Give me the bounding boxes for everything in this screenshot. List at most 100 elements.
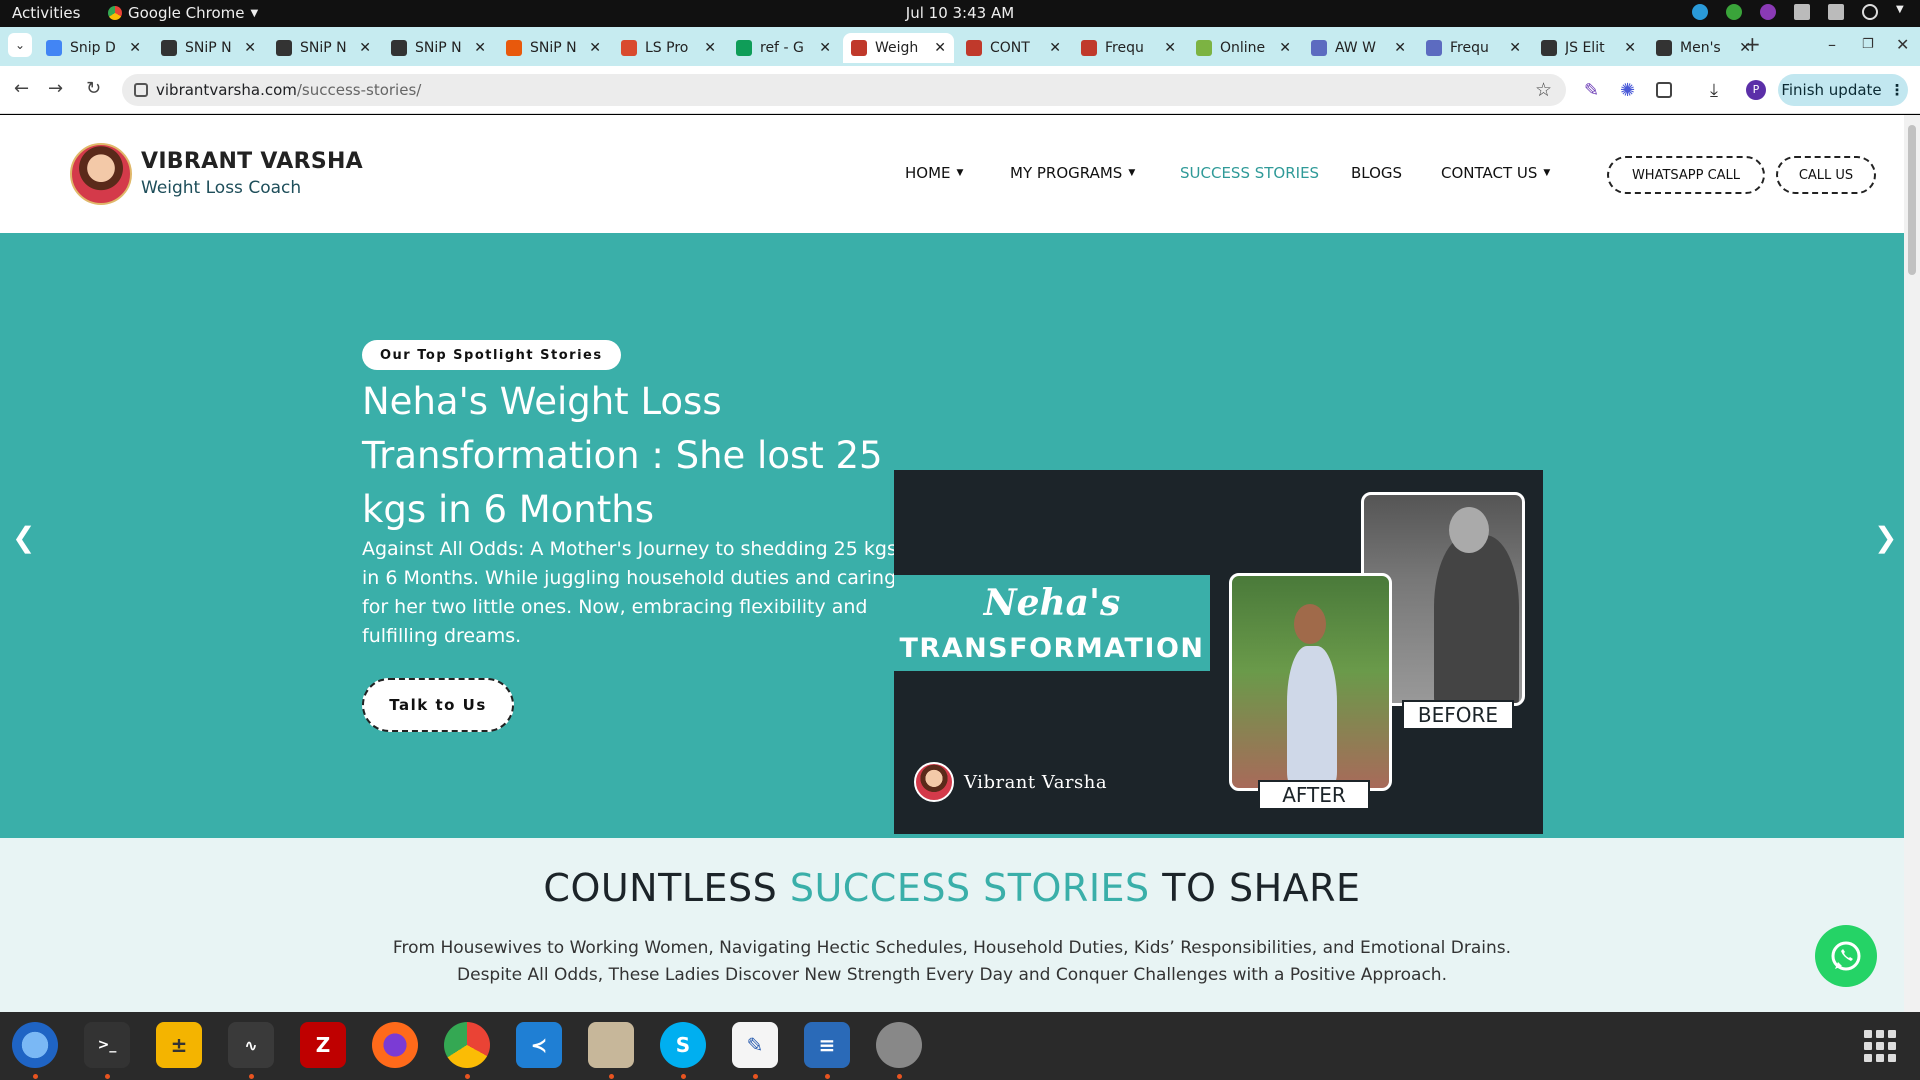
hero-description: Against All Odds: A Mother's Journey to … (362, 538, 897, 647)
close-tab-icon[interactable]: ✕ (474, 40, 486, 56)
close-tab-icon[interactable]: ✕ (1049, 40, 1061, 56)
bookmark-star-icon[interactable]: ☆ (1535, 79, 1552, 101)
browser-tab[interactable]: SNiP N ✕ (153, 33, 264, 63)
calculator-icon[interactable]: ± (156, 1022, 202, 1068)
app-grid-icon[interactable] (1864, 1030, 1896, 1062)
chevron-down-icon: ▼ (1128, 168, 1136, 178)
forward-button[interactable]: → (48, 78, 63, 99)
system-tray[interactable]: ▼ (1692, 4, 1906, 20)
gear-extension-icon[interactable]: ✺ (1620, 80, 1640, 101)
thunderbird-icon[interactable] (12, 1022, 58, 1068)
nav-contact-label: CONTACT US (1441, 164, 1538, 182)
firefox-icon[interactable] (372, 1022, 418, 1068)
nav-my-programs[interactable]: MY PROGRAMS ▼ (1010, 164, 1135, 182)
brand-logo[interactable] (70, 143, 132, 205)
close-tab-icon[interactable]: ✕ (1279, 40, 1291, 56)
browser-tab[interactable]: LS Pro ✕ (613, 33, 724, 63)
download-icon[interactable]: ⤓ (1710, 80, 1730, 101)
clock[interactable]: Jul 10 3:43 AM (0, 4, 1920, 22)
close-tab-icon[interactable]: ✕ (589, 40, 601, 56)
filezilla-icon[interactable]: Z (300, 1022, 346, 1068)
nav-contact-us[interactable]: CONTACT US ▼ (1441, 164, 1550, 182)
volume-icon[interactable] (1828, 4, 1844, 20)
address-bar[interactable]: vibrantvarsha.com/success-stories/ ☆ (122, 74, 1566, 106)
success-stories-intro: COUNTLESS SUCCESS STORIES TO SHARE From … (0, 838, 1904, 1012)
nav-success-stories[interactable]: SUCCESS STORIES (1180, 164, 1319, 182)
whatsapp-float-button[interactable] (1815, 925, 1877, 987)
nav-blogs[interactable]: BLOGS (1351, 164, 1402, 182)
close-tab-icon[interactable]: ✕ (819, 40, 831, 56)
check-icon[interactable] (1726, 4, 1742, 20)
url-path: /success-stories/ (296, 81, 422, 99)
url-domain: vibrantvarsha.com (156, 81, 297, 99)
site-info-icon[interactable] (134, 83, 148, 97)
close-tab-icon[interactable]: ✕ (244, 40, 256, 56)
reload-button[interactable]: ↻ (86, 78, 101, 99)
chrome-icon[interactable] (444, 1022, 490, 1068)
profile-avatar[interactable]: P (1746, 80, 1766, 100)
close-tab-icon[interactable]: ✕ (129, 40, 141, 56)
browser-tab[interactable]: CONT ✕ (958, 33, 1069, 63)
system-top-bar: Activities Google Chrome ▼ Jul 10 3:43 A… (0, 0, 1920, 27)
system-monitor-icon[interactable]: ∿ (228, 1022, 274, 1068)
sync-icon[interactable] (1692, 4, 1708, 20)
talk-to-us-button[interactable]: Talk to Us (362, 678, 514, 732)
close-tab-icon[interactable]: ✕ (934, 40, 946, 56)
scrollbar-thumb[interactable] (1908, 125, 1916, 275)
chevron-left-icon[interactable]: ❮ (12, 521, 35, 554)
browser-tab[interactable]: JS Elit ✕ (1533, 33, 1644, 63)
back-button[interactable]: ← (14, 78, 29, 99)
browser-tab[interactable]: SNiP N ✕ (268, 33, 379, 63)
call-us-button[interactable]: CALL US (1776, 156, 1876, 194)
terminal-icon[interactable]: >_ (84, 1022, 130, 1068)
tab-title: Online (1220, 40, 1266, 56)
browser-tab[interactable]: AW W ✕ (1303, 33, 1414, 63)
browser-tab[interactable]: Snip D ✕ (38, 33, 149, 63)
close-tab-icon[interactable]: ✕ (1624, 40, 1636, 56)
disk-utility-icon[interactable] (876, 1022, 922, 1068)
browser-tab[interactable]: SNiP N ✕ (498, 33, 609, 63)
whatsapp-call-button[interactable]: WHATSAPP CALL (1607, 156, 1765, 194)
vscode-icon[interactable]: ≺ (516, 1022, 562, 1068)
minimize-button[interactable]: – (1828, 35, 1836, 54)
finish-update-button[interactable]: Finish update ⋮ (1778, 74, 1908, 106)
close-tab-icon[interactable]: ✕ (1394, 40, 1406, 56)
files-icon[interactable] (588, 1022, 634, 1068)
network-icon[interactable] (1794, 4, 1810, 20)
browser-tab[interactable]: SNiP N ✕ (383, 33, 494, 63)
text-editor-icon[interactable]: ✎ (732, 1022, 778, 1068)
nav-home[interactable]: HOME ▼ (905, 164, 963, 182)
browser-tab[interactable]: Frequ ✕ (1418, 33, 1529, 63)
new-tab-button[interactable]: + (1744, 32, 1761, 56)
chevron-down-icon[interactable]: ▼ (1896, 4, 1906, 20)
sheets-icon (736, 40, 752, 56)
site-header: VIBRANT VARSHA Weight Loss Coach HOME ▼ M… (0, 115, 1904, 233)
image-brand-avatar (914, 762, 954, 802)
power-icon[interactable] (1862, 4, 1878, 20)
document-viewer-icon[interactable]: ≡ (804, 1022, 850, 1068)
brand-name[interactable]: VIBRANT VARSHA (141, 149, 363, 174)
browser-tab[interactable]: Weigh ✕ (843, 33, 954, 63)
browser-tab[interactable]: ref - G ✕ (728, 33, 839, 63)
close-tab-icon[interactable]: ✕ (359, 40, 371, 56)
extension-tray-icon[interactable] (1760, 4, 1776, 20)
close-window-button[interactable]: ✕ (1896, 35, 1909, 54)
dock: >_ ± ∿ Z ≺ S ✎ ≡ (0, 1012, 1920, 1080)
tab-search-button[interactable]: ⌄ (8, 33, 32, 57)
close-tab-icon[interactable]: ✕ (1164, 40, 1176, 56)
pen-extension-icon[interactable]: ✎ (1584, 80, 1604, 101)
skype-icon[interactable]: S (660, 1022, 706, 1068)
close-tab-icon[interactable]: ✕ (1509, 40, 1521, 56)
browser-tab[interactable]: Frequ ✕ (1073, 33, 1184, 63)
restore-button[interactable]: ❐ (1862, 37, 1874, 52)
avatar-icon (1081, 40, 1097, 56)
ls-icon (621, 40, 637, 56)
browser-tab[interactable]: Online ✕ (1188, 33, 1299, 63)
page-scrollbar[interactable] (1904, 115, 1920, 1012)
puzzle-icon[interactable] (1656, 82, 1672, 98)
tab-title: ref - G (760, 40, 804, 56)
close-tab-icon[interactable]: ✕ (704, 40, 716, 56)
chevron-right-icon[interactable]: ❯ (1874, 521, 1897, 554)
browser-tab[interactable]: Men's ✕ (1648, 33, 1759, 63)
tab-title: AW W (1335, 40, 1376, 56)
